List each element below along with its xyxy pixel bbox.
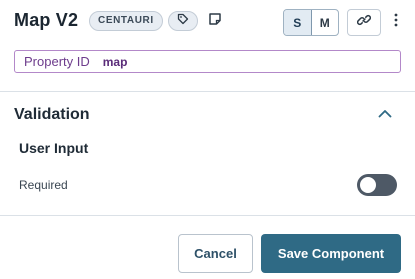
note-icon — [208, 12, 222, 31]
required-label: Required — [19, 178, 68, 192]
toggle-knob — [360, 177, 376, 193]
chevron-up-icon — [378, 105, 392, 123]
theme-badge: CENTAURI — [89, 11, 163, 31]
component-title: Map V2 — [14, 10, 79, 30]
save-component-button[interactable]: Save Component — [261, 234, 401, 273]
note-button[interactable] — [206, 12, 224, 30]
required-toggle[interactable] — [357, 174, 397, 196]
link-button[interactable] — [347, 9, 381, 36]
validation-section-title[interactable]: Validation — [14, 106, 90, 124]
property-id-field[interactable]: Property ID map — [14, 50, 401, 73]
size-toggle[interactable]: S M — [283, 9, 339, 36]
section-divider-top — [0, 91, 415, 92]
tag-icon — [177, 12, 189, 30]
tag-button[interactable] — [168, 11, 198, 31]
property-id-value[interactable]: map — [103, 55, 128, 69]
cancel-button[interactable]: Cancel — [178, 234, 253, 273]
section-divider-bottom — [0, 215, 415, 216]
user-input-heading: User Input — [19, 140, 89, 156]
size-option-m[interactable]: M — [312, 10, 339, 35]
link-icon — [357, 13, 371, 32]
size-option-s[interactable]: S — [284, 10, 312, 35]
component-header: Map V2 CENTAURI S M — [0, 0, 415, 46]
property-id-label: Property ID — [24, 54, 90, 69]
collapse-section-button[interactable] — [376, 106, 394, 122]
more-vertical-icon — [394, 13, 398, 32]
more-options-button[interactable] — [386, 9, 406, 36]
